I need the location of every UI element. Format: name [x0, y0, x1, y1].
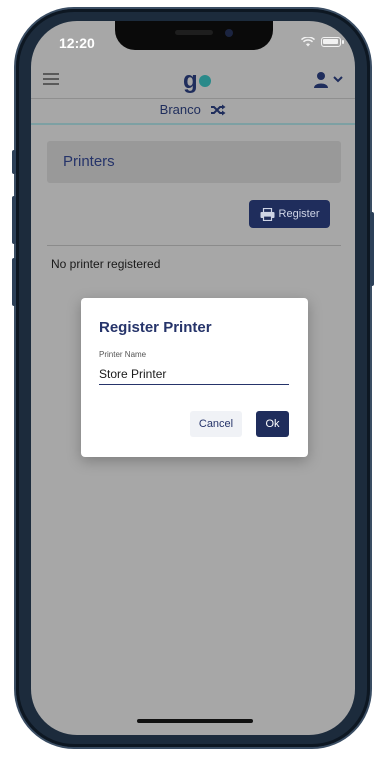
- branch-name: Branco: [159, 102, 201, 117]
- cancel-button[interactable]: Cancel: [190, 411, 242, 437]
- page-title-card: Printers: [47, 141, 341, 183]
- side-button-volume-down: [12, 258, 16, 306]
- home-indicator: [137, 719, 253, 723]
- status-time: 12:20: [59, 35, 95, 51]
- side-button-volume-up: [12, 196, 16, 244]
- notch: [115, 21, 273, 50]
- shuffle-icon[interactable]: [210, 104, 226, 116]
- register-label: Register: [278, 208, 320, 220]
- side-button-silent: [12, 150, 16, 174]
- branch-selector[interactable]: Branco: [31, 99, 355, 125]
- register-button[interactable]: Register: [249, 200, 330, 228]
- dialog-title: Register Printer: [99, 319, 212, 336]
- front-camera: [225, 29, 233, 37]
- divider: [47, 245, 341, 246]
- logo-letter: g: [183, 67, 198, 94]
- register-printer-dialog: Register Printer Printer Name Cancel Ok: [81, 298, 308, 457]
- app-header: g: [31, 65, 355, 99]
- ok-button[interactable]: Ok: [256, 411, 289, 437]
- printer-name-input[interactable]: [99, 363, 289, 385]
- logo-dot: [198, 75, 211, 87]
- empty-state-message: No printer registered: [51, 257, 161, 271]
- speaker: [175, 30, 213, 35]
- chevron-down-icon: [333, 76, 343, 83]
- wifi-icon: [301, 37, 315, 47]
- app-logo: g: [183, 67, 211, 95]
- user-menu-button[interactable]: [313, 71, 345, 91]
- printer-icon: [260, 207, 275, 221]
- phone-screen: 12:20 g Branco Printers Register No prin…: [31, 21, 355, 735]
- printer-name-label: Printer Name: [99, 350, 147, 359]
- side-button-power: [370, 212, 374, 286]
- user-icon: [314, 72, 328, 88]
- hamburger-icon[interactable]: [43, 73, 59, 85]
- page-title: Printers: [63, 153, 115, 170]
- battery-icon: [321, 37, 344, 47]
